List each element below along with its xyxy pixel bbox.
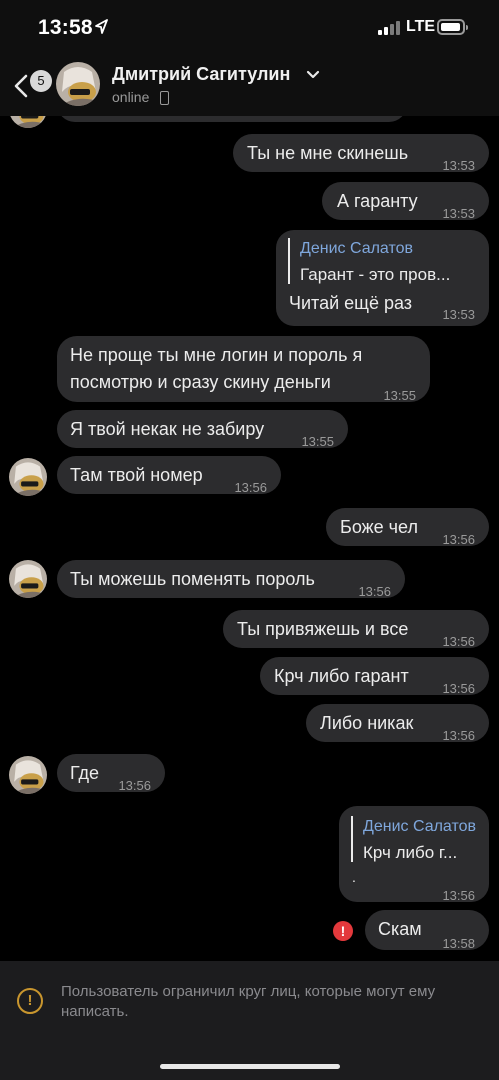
message-bubble[interactable]: Скам 13:58 [365, 910, 489, 951]
unread-badge: 5 [30, 70, 52, 92]
quoted-message[interactable]: Денис Салатов Гарант - это пров... [288, 238, 450, 284]
location-arrow-icon [95, 19, 108, 34]
message-time: 13:58 [442, 936, 475, 951]
message-bubble[interactable]: Ты не мне скинешь 13:53 [233, 134, 489, 173]
quoted-text: Крч либо г... [363, 843, 458, 862]
chevron-left-icon [14, 74, 28, 98]
message-time: 13:56 [118, 778, 151, 793]
reply-message-bubble[interactable]: Денис Салатов Крч либо г... . 13:56 [339, 806, 489, 903]
message-bubble[interactable]: Не проще ты мне логин и пороль я посмотр… [57, 336, 430, 403]
message-time: 13:56 [442, 728, 475, 743]
message-bubble[interactable]: А гаранту 13:53 [322, 182, 489, 221]
message-time: 13:53 [442, 307, 475, 322]
network-type: LTE [406, 18, 436, 35]
message-time: 13:56 [358, 584, 391, 599]
chat-header: 5 Дмитрий Сагитулин online [0, 56, 499, 116]
contact-name[interactable]: Дмитрий Сагитулин [112, 64, 290, 85]
quoted-author: Денис Салатов [300, 240, 414, 257]
message-list[interactable]: Ты не мне скинешь 13:53 А гаранту 13:53 … [0, 116, 499, 961]
message-bubble-partial[interactable] [57, 116, 407, 122]
signal-icon [378, 21, 402, 35]
status-time: 13:58 [38, 16, 93, 39]
message-time: 13:56 [442, 634, 475, 649]
avatar[interactable] [9, 116, 47, 128]
message-bubble[interactable]: Ты привяжешь и все 13:56 [223, 610, 489, 649]
message-time: 13:55 [301, 434, 334, 449]
message-time: 13:53 [442, 158, 475, 173]
avatar[interactable] [9, 458, 47, 496]
avatar[interactable] [9, 560, 47, 598]
message-time: 13:53 [442, 206, 475, 221]
quoted-message[interactable]: Денис Салатов Крч либо г... [351, 816, 476, 862]
warning-icon: ! [17, 988, 43, 1014]
message-bubble[interactable]: Где 13:56 [57, 754, 165, 793]
back-button[interactable]: 5 [10, 64, 52, 108]
message-bubble[interactable]: Я твой некак не забиру 13:55 [57, 410, 348, 449]
home-indicator[interactable] [160, 1064, 340, 1069]
exclamation-icon[interactable]: ! [333, 921, 353, 941]
status-bar: 13:58 LTE [0, 0, 499, 56]
contact-status: online [112, 89, 150, 105]
battery-icon [437, 19, 468, 35]
quoted-author: Денис Салатов [363, 818, 477, 835]
avatar[interactable] [56, 62, 100, 106]
message-time: 13:56 [234, 480, 267, 495]
chevron-down-icon[interactable] [306, 70, 320, 80]
message-bubble[interactable]: Боже чел 13:56 [326, 508, 489, 547]
restriction-notice: ! Пользователь ограничил круг лиц, котор… [0, 961, 499, 1080]
message-time: 13:56 [442, 532, 475, 547]
message-time: 13:55 [383, 388, 416, 403]
avatar[interactable] [9, 756, 47, 794]
message-bubble[interactable]: Либо никак 13:56 [306, 704, 489, 743]
phone-icon [160, 91, 169, 105]
message-bubble[interactable]: Ты можешь поменять пороль 13:56 [57, 560, 405, 599]
reply-message-bubble[interactable]: Денис Салатов Гарант - это пров... Читай… [276, 230, 489, 326]
message-time: 13:56 [442, 888, 475, 903]
message-bubble[interactable]: Там твой номер 13:56 [57, 456, 281, 495]
message-time: 13:56 [442, 681, 475, 696]
quoted-text: Гарант - это пров... [300, 265, 451, 284]
message-bubble[interactable]: Крч либо гарант 13:56 [260, 657, 489, 696]
notice-text: Пользователь ограничил круг лиц, которые… [61, 983, 436, 1020]
